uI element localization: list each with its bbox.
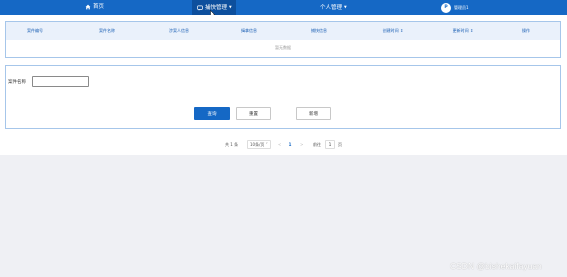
column-header[interactable]: 捕快信息 [289,22,349,40]
empty-text: 暂无数据 [275,45,291,50]
caret-down-icon: ▼ [344,5,347,9]
case-name-label: 案件名称 [8,80,26,85]
avatar[interactable]: P [441,3,451,13]
column-header[interactable]: 案件编号 [5,22,65,40]
nav-personal[interactable]: 个人管理 ▼ [320,0,347,15]
watermark: CSDN @bishekaifayuan [450,261,542,271]
sort-icon[interactable]: ⇕ [470,28,473,33]
table-header: 案件编号 案件名称 涉案人信息 缉拿信息 捕快信息 创建时间 ⇕ 更新时间 ⇕ … [6,22,560,40]
reset-button[interactable]: 重置 [236,107,271,120]
add-button[interactable]: 新增 [296,107,331,120]
search-form: 案件名称 查询 重置 新增 [5,65,561,129]
prev-page-icon[interactable]: < [278,141,281,149]
home-icon [85,4,91,9]
nav-personal-label: 个人管理 [320,5,343,11]
nav-home-label: 首页 [93,4,105,10]
nav-home[interactable]: 首页 [85,0,104,15]
caret-down-icon: ▼ [229,5,232,9]
user-name[interactable]: 管理员1 [454,0,469,15]
column-header: 操作 [522,28,530,33]
pagination-total: 共 1 条 [225,142,239,147]
column-header[interactable]: 案件名称 [77,22,137,40]
goto-page-input[interactable]: 1 [325,140,335,149]
chevron-down-icon: ˅ [265,142,268,147]
case-name-input[interactable] [32,76,89,87]
goto-prefix: 前往 [313,142,321,147]
chat-icon [197,5,203,11]
column-header[interactable]: 涉案人信息 [149,22,209,40]
search-button[interactable]: 查询 [194,107,230,120]
sort-icon[interactable]: ⇕ [400,28,403,33]
top-nav-bar: 首页 捕快管理 ▼ 个人管理 ▼ P 管理员1 [0,0,567,15]
goto-suffix: 页 [338,142,342,147]
data-table: 案件编号 案件名称 涉案人信息 缉拿信息 捕快信息 创建时间 ⇕ 更新时间 ⇕ … [5,21,561,58]
column-header[interactable]: 缉拿信息 [219,22,279,40]
column-header-sortable[interactable]: 更新时间 ⇕ [433,22,493,40]
next-page-icon[interactable]: > [300,141,303,149]
page-size-select[interactable]: 10条/页 ˅ [247,140,271,149]
column-header-sortable[interactable]: 创建时间 ⇕ [363,22,423,40]
nav-manage-label: 捕快管理 [205,5,228,11]
page-number[interactable]: 1 [286,141,294,149]
